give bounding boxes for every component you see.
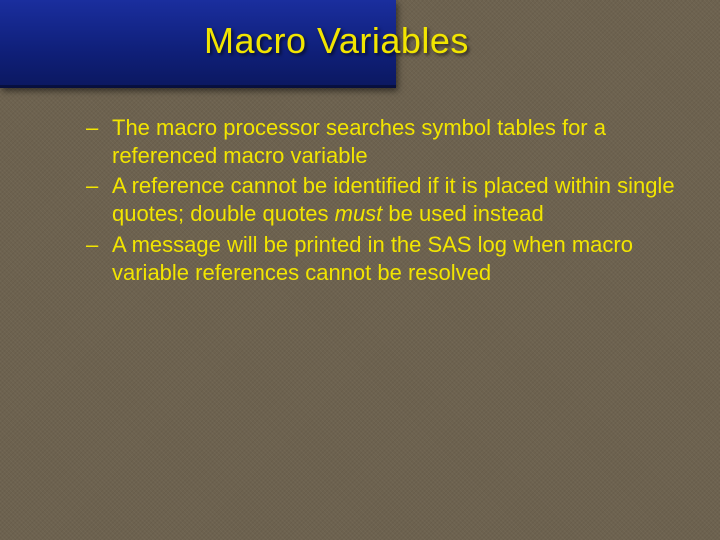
bullet-dash: – (86, 114, 98, 142)
list-item: – A message will be printed in the SAS l… (86, 231, 690, 287)
bullet-text: A message will be printed in the SAS log… (112, 232, 633, 285)
bullet-text: A reference cannot be identified if it i… (112, 173, 675, 226)
list-item: – The macro processor searches symbol ta… (86, 114, 690, 170)
bullet-text-post: be used instead (382, 201, 543, 226)
list-item: – A reference cannot be identified if it… (86, 172, 690, 228)
bullet-dash: – (86, 231, 98, 259)
bullet-list: – The macro processor searches symbol ta… (86, 114, 690, 289)
bullet-dash: – (86, 172, 98, 200)
slide-title: Macro Variables (204, 20, 469, 62)
bullet-text-em: must (335, 201, 383, 226)
bullet-text: The macro processor searches symbol tabl… (112, 115, 606, 168)
